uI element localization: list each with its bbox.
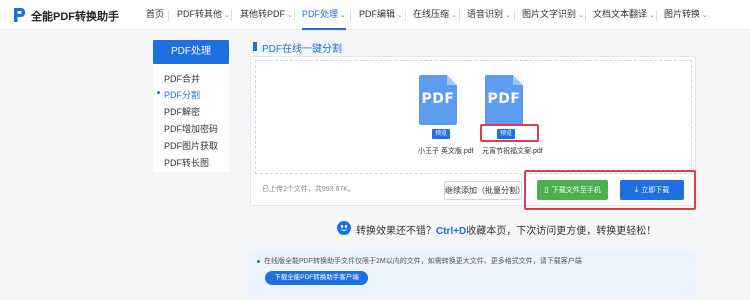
tip-prefix: 转换效果还不错？ [356,226,436,237]
chevron-down-icon: ⌄ [451,12,457,19]
chevron-down-icon: ⌄ [287,12,293,19]
download-now-label: 立即下载 [641,187,670,194]
nav-divider [656,10,657,21]
sidebar-item-pdf-image-extract[interactable]: PDF图片获取 [164,139,218,152]
nav-divider [459,10,460,21]
chevron-down-icon: ⌄ [397,12,403,19]
nav-divider [168,10,169,21]
file-dropzone[interactable] [255,60,692,174]
nav-divider [405,10,406,21]
sidebar-title[interactable]: PDF处理 [153,40,229,64]
send-to-phone-button[interactable]: ▯ 下载文件至手机 [537,180,608,200]
upload-summary: 已上传2个文件，共993.67K。 [262,186,355,193]
nav-pdf-processing[interactable]: PDF处理 ⌄ [302,0,346,30]
title-accent-bar [253,42,257,51]
preview-button[interactable]: 预览 [432,129,450,139]
sidebar-item-pdf-decrypt[interactable]: PDF解密 [164,105,200,118]
chevron-down-icon: ⌄ [702,12,708,19]
send-to-phone-label: 下载文件至手机 [551,187,601,194]
page-fold-icon [513,75,523,85]
page-fold-icon [447,75,457,85]
nav-divider [514,10,515,21]
nav-doc-translate[interactable]: 文档文本翻译 ⌄ [593,0,655,30]
bookmark-tip: 转换效果还不错？Ctrl+D收藏本页，下次访问更方便，转换更轻松！ [356,222,656,237]
pdf-file-icon-label: PDF [421,91,455,107]
phone-icon: ▯ [544,185,549,194]
chevron-down-icon: ⌄ [649,12,655,19]
notice-bullet [257,260,260,263]
sidebar-item-pdf-to-long-image[interactable]: PDF转长图 [164,156,209,169]
nav-online-compress[interactable]: 在线压缩 ⌄ [413,0,457,30]
nav-divider [585,10,586,21]
nav-image-convert[interactable]: 图片转换 ⌄ [664,0,708,30]
pdf-file-icon[interactable]: PDF [485,75,523,125]
sidebar-item-pdf-merge[interactable]: PDF合并 [164,72,200,85]
sidebar-item-pdf-split[interactable]: PDF分割 [164,88,200,101]
tip-suffix: 收藏本页，下次访问更方便，转换更轻松！ [466,226,657,237]
chevron-down-icon: ⌄ [340,12,346,19]
nav-home[interactable]: 首页 [146,0,164,30]
continue-add-button[interactable]: 继续添加（批量分割） [444,181,525,200]
pdf-file-icon[interactable]: PDF [419,75,457,125]
notice-text: 在线版全能PDF转换助手文件仅限于2M以内的文件，如需转换更大文件、更多格式文件… [264,258,582,265]
download-now-button[interactable]: ⤓ 立即下载 [620,180,684,200]
chevron-down-icon: ⌄ [505,12,511,19]
pdf-file-icon-label: PDF [487,91,521,107]
smile-icon [337,221,351,235]
file-name: 元宵节祝福文案.pdf [482,148,543,155]
active-indicator-dot [157,91,160,94]
chevron-down-icon: ⌄ [578,12,584,19]
nav-divider [294,10,295,21]
download-client-button[interactable]: 下载全能PDF转换助手客户端 [265,271,368,285]
sidebar-item-pdf-add-password[interactable]: PDF增加密码 [164,122,218,135]
nav-divider [350,10,351,21]
tip-shortcut: Ctrl+D [436,226,467,237]
nav-pdf-edit[interactable]: PDF编辑 ⌄ [359,0,403,30]
nav-other-to-pdf[interactable]: 其他转PDF ⌄ [240,0,293,30]
app-brand-name[interactable]: 全能PDF转换助手 [31,8,119,24]
nav-image-ocr[interactable]: 图片文字识别 ⌄ [522,0,584,30]
nav-pdf-to-other[interactable]: PDF转其他 ⌄ [177,0,230,30]
app-logo-icon[interactable] [12,7,26,23]
download-icon: ⤓ [634,185,639,194]
chevron-down-icon: ⌄ [224,12,230,19]
page-title: PDF在线一键分割 [262,44,342,55]
file-name: 小王子 英文版.pdf [418,148,474,155]
highlight-box-preview [480,124,539,142]
nav-speech-recognition[interactable]: 语音识别 ⌄ [467,0,511,30]
nav-divider [231,10,232,21]
